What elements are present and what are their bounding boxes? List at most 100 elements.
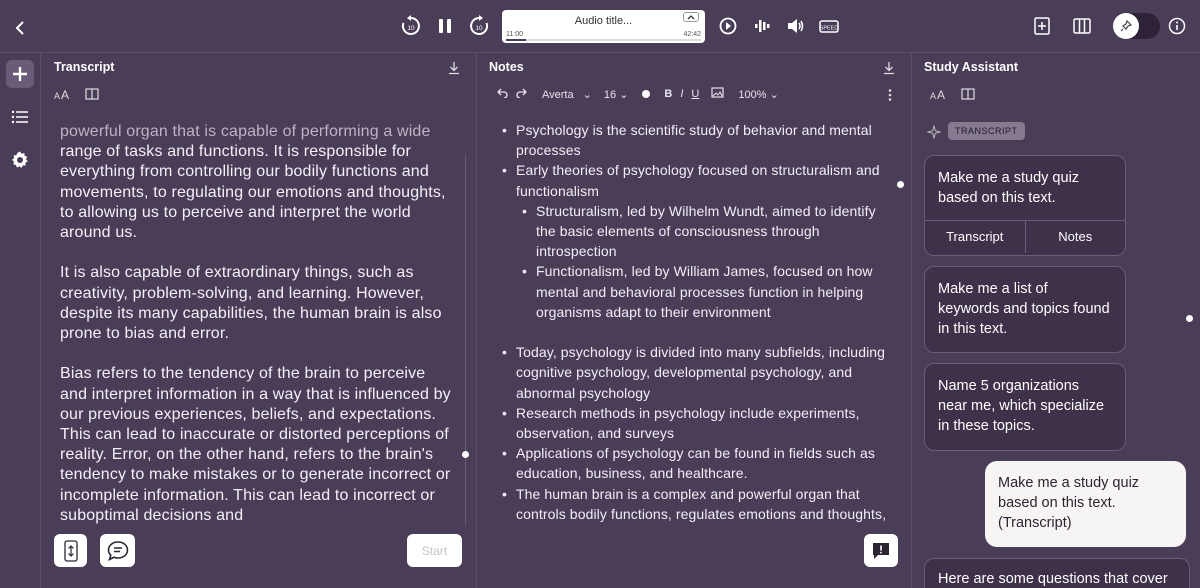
- notes-sub-bullet: Structuralism, led by Wilhelm Wundt, aim…: [498, 201, 898, 262]
- transcript-scrollbar-track: [465, 155, 466, 525]
- progress-track[interactable]: [506, 39, 701, 41]
- collapse-chevron-icon[interactable]: [683, 12, 699, 22]
- notes-bullet: Today, psychology is divided into many s…: [498, 342, 898, 403]
- time-current: 11:00: [506, 31, 523, 38]
- plus-icon: [13, 67, 27, 81]
- user-message-bubble: Make me a study quiz based on this text.…: [985, 461, 1186, 547]
- font-size-select[interactable]: 16 ⌄: [604, 88, 629, 101]
- info-icon[interactable]: [1167, 16, 1187, 36]
- left-sidebar: [0, 53, 41, 588]
- forward-10-icon[interactable]: 10: [467, 14, 491, 38]
- notes-comment-button[interactable]: [864, 534, 898, 567]
- start-button-label: Start: [421, 543, 448, 558]
- zoom-chevron-down-icon: ⌄: [769, 88, 779, 101]
- svg-text:A: A: [937, 88, 945, 100]
- zoom-value: 100%: [738, 88, 767, 101]
- assistant-answer-card: Here are some questions that cover: [924, 558, 1190, 588]
- font-size-value: 16: [603, 88, 617, 101]
- text-size-icon[interactable]: AA: [54, 86, 70, 102]
- assistant-text-size-icon[interactable]: AA: [930, 86, 946, 102]
- phone-swap-icon: [63, 539, 78, 562]
- speed-icon-label: SPEED: [820, 26, 839, 32]
- svg-text:A: A: [61, 88, 69, 100]
- font-chevron-down-icon: ⌄: [582, 88, 592, 101]
- svg-text:10: 10: [407, 25, 415, 32]
- notes-bullet: The human brain is a complex and powerfu…: [498, 484, 898, 524]
- svg-text:10: 10: [475, 25, 483, 32]
- notes-more-icon[interactable]: [888, 87, 892, 101]
- reader-mode-icon[interactable]: [84, 86, 100, 102]
- bold-icon[interactable]: B: [664, 88, 672, 100]
- new-item-button[interactable]: [6, 60, 34, 88]
- transcript-paragraph: powerful organ that is capable of perfor…: [60, 122, 455, 243]
- study-assistant-title: Study Assistant: [924, 60, 1019, 74]
- pin-icon: [1113, 13, 1139, 39]
- suggestion-options: Transcript Notes: [925, 220, 1126, 254]
- mobile-view-button[interactable]: [54, 534, 87, 567]
- progress-fill: [506, 39, 526, 41]
- notes-list: Psychology is the scientific study of be…: [498, 120, 898, 322]
- notes-download-icon[interactable]: [883, 60, 897, 75]
- notes-scrollbar-thumb[interactable]: [897, 181, 904, 188]
- sparkle-icon: [926, 124, 942, 140]
- source-pill[interactable]: TRANSCRIPT: [948, 122, 1025, 140]
- notes-bullet: Psychology is the scientific study of be…: [498, 120, 898, 160]
- italic-icon[interactable]: I: [680, 88, 683, 100]
- time-total: 42:42: [683, 31, 701, 38]
- audio-title: Audio title...: [574, 15, 633, 27]
- transcript-paragraph: It is also capable of extraordinary thin…: [60, 264, 442, 343]
- insert-image-icon[interactable]: [711, 87, 724, 101]
- svg-text:A: A: [54, 91, 60, 100]
- notes-title: Notes: [489, 60, 524, 74]
- waveform-icon[interactable]: [752, 16, 772, 36]
- suggestion-text: Make me a study quiz based on this text.: [938, 170, 1080, 207]
- notes-bullet: Early theories of psychology focused on …: [498, 160, 898, 200]
- audio-progress-box[interactable]: Audio title... 11:00 42:42: [502, 10, 705, 43]
- notes-list: Today, psychology is divided into many s…: [498, 342, 898, 524]
- transcript-line: range of tasks and functions. It is resp…: [60, 143, 446, 242]
- top-bar: 10 10 Audio title... 11:00 42:42 SPEED: [0, 0, 1200, 53]
- columns-layout-icon[interactable]: [1071, 16, 1093, 36]
- pin-toggle[interactable]: [1113, 13, 1160, 39]
- size-chevron-down-icon: ⌄: [619, 88, 629, 101]
- speed-icon[interactable]: SPEED: [818, 16, 842, 36]
- suggestion-text: Name 5 organizations near me, which spec…: [938, 378, 1105, 435]
- rewind-10-icon[interactable]: 10: [399, 14, 423, 38]
- option-notes-button[interactable]: Notes: [1024, 221, 1126, 254]
- option-transcript-button[interactable]: Transcript: [925, 221, 1025, 253]
- list-icon[interactable]: [11, 109, 29, 125]
- font-family-select[interactable]: Averta ⌄: [542, 88, 592, 101]
- skip-icon[interactable]: [718, 16, 738, 36]
- notes-bullet: Research methods in psychology include e…: [498, 403, 898, 443]
- suggestion-card[interactable]: Name 5 organizations near me, which spec…: [924, 363, 1126, 451]
- redo-icon[interactable]: [516, 88, 528, 101]
- notes-toolbar: Averta ⌄ 16 ⌄ B I U 100% ⌄: [496, 86, 779, 102]
- assistant-answer-text: Here are some questions that cover: [938, 571, 1168, 587]
- chat-bubble-icon: [107, 540, 128, 561]
- font-family-value: Averta: [542, 88, 574, 101]
- suggestion-card[interactable]: Make me a study quiz based on this text.…: [924, 155, 1126, 256]
- assistant-scrollbar-thumb[interactable]: [1186, 315, 1193, 322]
- transcript-body: powerful organ that is capable of perfor…: [60, 122, 455, 524]
- volume-icon[interactable]: [785, 16, 807, 36]
- comment-alert-icon: [873, 542, 889, 559]
- undo-icon[interactable]: [496, 88, 508, 101]
- zoom-select[interactable]: 100% ⌄: [738, 88, 778, 101]
- notes-body[interactable]: Psychology is the scientific study of be…: [498, 120, 898, 525]
- suggestion-card[interactable]: Make me a list of keywords and topics fo…: [924, 266, 1126, 353]
- pause-icon[interactable]: [435, 15, 455, 37]
- transcript-scrollbar-thumb[interactable]: [462, 451, 469, 458]
- start-button[interactable]: Start: [407, 534, 462, 567]
- add-note-icon[interactable]: [1032, 16, 1052, 36]
- settings-gear-icon[interactable]: [11, 151, 29, 169]
- back-chevron-icon[interactable]: [10, 18, 30, 38]
- transcript-paragraph: Bias refers to the tendency of the brain…: [60, 365, 451, 524]
- svg-text:A: A: [930, 91, 936, 100]
- transcript-title: Transcript: [54, 60, 115, 74]
- underline-icon[interactable]: U: [691, 88, 699, 100]
- transcript-download-icon[interactable]: [448, 60, 462, 75]
- notes-blank-line: [498, 322, 898, 342]
- text-color-dot-icon[interactable]: [642, 90, 651, 98]
- assistant-reader-mode-icon[interactable]: [960, 86, 976, 102]
- chat-button[interactable]: [100, 534, 135, 567]
